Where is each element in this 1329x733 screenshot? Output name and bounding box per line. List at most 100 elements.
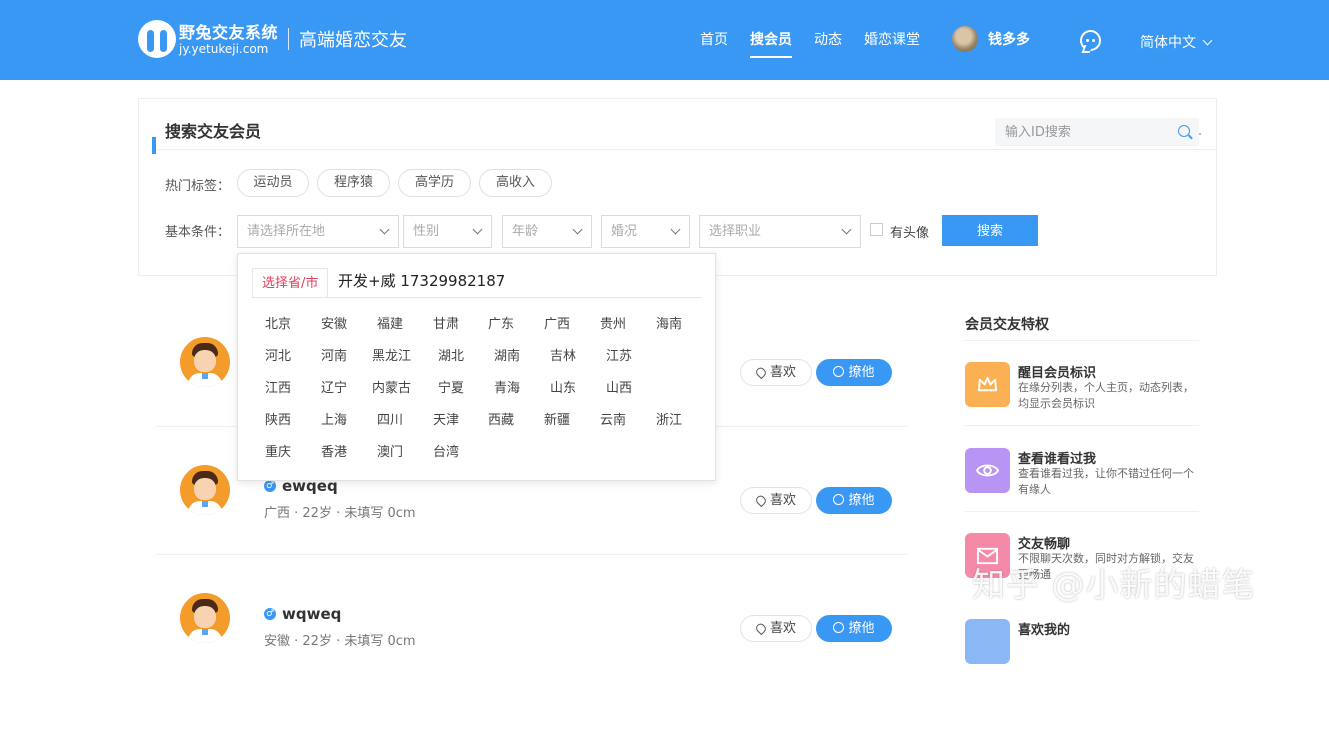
province-option[interactable]: 天津 xyxy=(433,409,459,428)
member-name[interactable]: ♂ wqweq xyxy=(264,605,341,623)
flirt-button[interactable]: 撩他 xyxy=(816,615,892,642)
province-option[interactable]: 澳门 xyxy=(377,441,403,460)
province-option[interactable]: 浙江 xyxy=(656,409,682,428)
chevron-down-icon xyxy=(572,224,583,235)
province-option[interactable]: 西藏 xyxy=(488,409,514,428)
province-option[interactable]: 河南 xyxy=(321,345,347,364)
heart-icon xyxy=(754,493,768,508)
province-option[interactable]: 重庆 xyxy=(265,441,291,460)
male-icon: ♂ xyxy=(264,480,276,492)
privilege-item[interactable]: 醒目会员标识 在缘分列表，个人主页，动态列表，均显示会员标识 xyxy=(965,362,1199,446)
province-option[interactable]: 香港 xyxy=(321,441,347,460)
user-menu[interactable]: 钱多多 xyxy=(952,26,1030,52)
province-option[interactable]: 吉林 xyxy=(550,345,576,364)
marriage-select[interactable]: 婚况 xyxy=(601,215,690,248)
sidebar-divider xyxy=(965,511,1199,512)
province-option[interactable]: 陕西 xyxy=(265,409,291,428)
province-option[interactable]: 江西 xyxy=(265,377,291,396)
hot-tag[interactable]: 高学历 xyxy=(398,169,471,197)
member-avatar[interactable] xyxy=(180,337,230,391)
decor-dot xyxy=(1199,133,1201,135)
province-option[interactable]: 宁夏 xyxy=(438,377,464,396)
province-option[interactable]: 广东 xyxy=(488,313,514,332)
gender-select[interactable]: 性别 xyxy=(403,215,492,248)
chat-bubble-icon xyxy=(833,366,845,377)
province-option[interactable]: 黑龙江 xyxy=(372,345,411,364)
province-option[interactable]: 福建 xyxy=(377,313,403,332)
sidebar-divider xyxy=(965,340,1199,341)
brand-name: 野兔交友系统 xyxy=(179,22,279,42)
nav-home[interactable]: 首页 xyxy=(700,0,728,80)
search-title: 搜索交友会员 xyxy=(165,122,262,141)
nav-moments[interactable]: 动态 xyxy=(814,0,842,80)
chevron-down-icon xyxy=(841,224,852,235)
member-info: 广西 · 22岁 · 未填写 0cm xyxy=(264,506,416,521)
province-option[interactable]: 江苏 xyxy=(606,345,632,364)
user-name: 钱多多 xyxy=(988,32,1030,48)
province-option[interactable]: 内蒙古 xyxy=(372,377,411,396)
province-option[interactable]: 甘肃 xyxy=(433,313,459,332)
hot-tag[interactable]: 运动员 xyxy=(237,169,309,197)
occupation-select[interactable]: 选择职业 xyxy=(699,215,861,248)
nav-search-members[interactable]: 搜会员 xyxy=(750,0,792,80)
member-divider xyxy=(155,554,907,555)
province-option[interactable]: 辽宁 xyxy=(321,377,347,396)
province-option[interactable]: 云南 xyxy=(600,409,626,428)
brand-logo[interactable]: 野兔交友系统 jy.yetukeji.com 高端婚恋交友 xyxy=(138,20,407,58)
member-avatar[interactable] xyxy=(180,465,230,519)
like-button[interactable]: 喜欢 xyxy=(740,359,812,386)
member-avatar[interactable] xyxy=(180,593,230,647)
province-option[interactable]: 青海 xyxy=(494,377,520,396)
privileges-title: 会员交友特权 xyxy=(965,317,1049,333)
age-select[interactable]: 年龄 xyxy=(502,215,592,248)
like-button[interactable]: 喜欢 xyxy=(740,615,812,642)
privilege-item[interactable]: 喜欢我的 xyxy=(965,619,1199,703)
province-option[interactable]: 海南 xyxy=(656,313,682,332)
province-option[interactable]: 台湾 xyxy=(433,441,459,460)
nav-dating-class[interactable]: 婚恋课堂 xyxy=(864,0,920,80)
province-option[interactable]: 山西 xyxy=(606,377,632,396)
hot-tag[interactable]: 程序猿 xyxy=(317,169,390,197)
province-option[interactable]: 湖南 xyxy=(494,345,520,364)
province-option[interactable]: 北京 xyxy=(265,313,291,332)
member-name-text: wqweq xyxy=(282,605,342,623)
id-search-input[interactable] xyxy=(995,118,1199,146)
chat-bubble-icon xyxy=(833,494,845,505)
flirt-label: 撩他 xyxy=(848,621,875,636)
province-option[interactable]: 贵州 xyxy=(600,313,626,332)
province-tab[interactable]: 选择省/市 xyxy=(252,268,329,298)
title-divider xyxy=(156,149,1217,150)
has-avatar-checkbox[interactable] xyxy=(870,223,883,236)
hot-tag[interactable]: 高收入 xyxy=(479,169,552,197)
province-option[interactable]: 安徽 xyxy=(321,313,347,332)
chat-icon[interactable] xyxy=(1080,30,1101,51)
like-button[interactable]: 喜欢 xyxy=(740,487,812,514)
province-option[interactable]: 广西 xyxy=(544,313,570,332)
chat-bubble-icon xyxy=(833,622,845,633)
search-icon[interactable] xyxy=(1178,125,1190,137)
province-option[interactable]: 湖北 xyxy=(438,345,464,364)
rabbit-logo-icon xyxy=(138,20,176,58)
language-selector[interactable]: 简体中文 xyxy=(1140,32,1213,52)
province-option[interactable]: 河北 xyxy=(265,345,291,364)
province-option[interactable]: 上海 xyxy=(321,409,347,428)
privilege-item[interactable]: 查看谁看过我 查看谁看过我，让你不错过任何一个有缘人 xyxy=(965,448,1199,532)
brand-divider xyxy=(288,28,290,50)
brand-slogan: 高端婚恋交友 xyxy=(299,30,408,51)
flirt-button[interactable]: 撩他 xyxy=(816,487,892,514)
language-label: 简体中文 xyxy=(1140,35,1196,51)
province-option[interactable]: 四川 xyxy=(377,409,403,428)
province-option[interactable]: 新疆 xyxy=(544,409,570,428)
contact-note: 开发+威 17329982187 xyxy=(338,272,506,290)
flirt-label: 撩他 xyxy=(848,493,875,508)
location-dropdown: 选择省/市 开发+威 17329982187 北京 安徽 福建 甘肃 广东 广西… xyxy=(237,253,716,481)
privilege-name: 喜欢我的 xyxy=(1018,623,1071,638)
chevron-down-icon xyxy=(670,224,681,235)
province-option[interactable]: 山东 xyxy=(550,377,576,396)
search-button[interactable]: 搜索 xyxy=(942,215,1038,246)
top-header: 野兔交友系统 jy.yetukeji.com 高端婚恋交友 首页 搜会员 动态 … xyxy=(0,0,1329,80)
like-label: 喜欢 xyxy=(769,365,796,380)
flirt-button[interactable]: 撩他 xyxy=(816,359,892,386)
location-select[interactable]: 请选择所在地 xyxy=(237,215,399,248)
privilege-name: 查看谁看过我 xyxy=(1018,452,1097,467)
